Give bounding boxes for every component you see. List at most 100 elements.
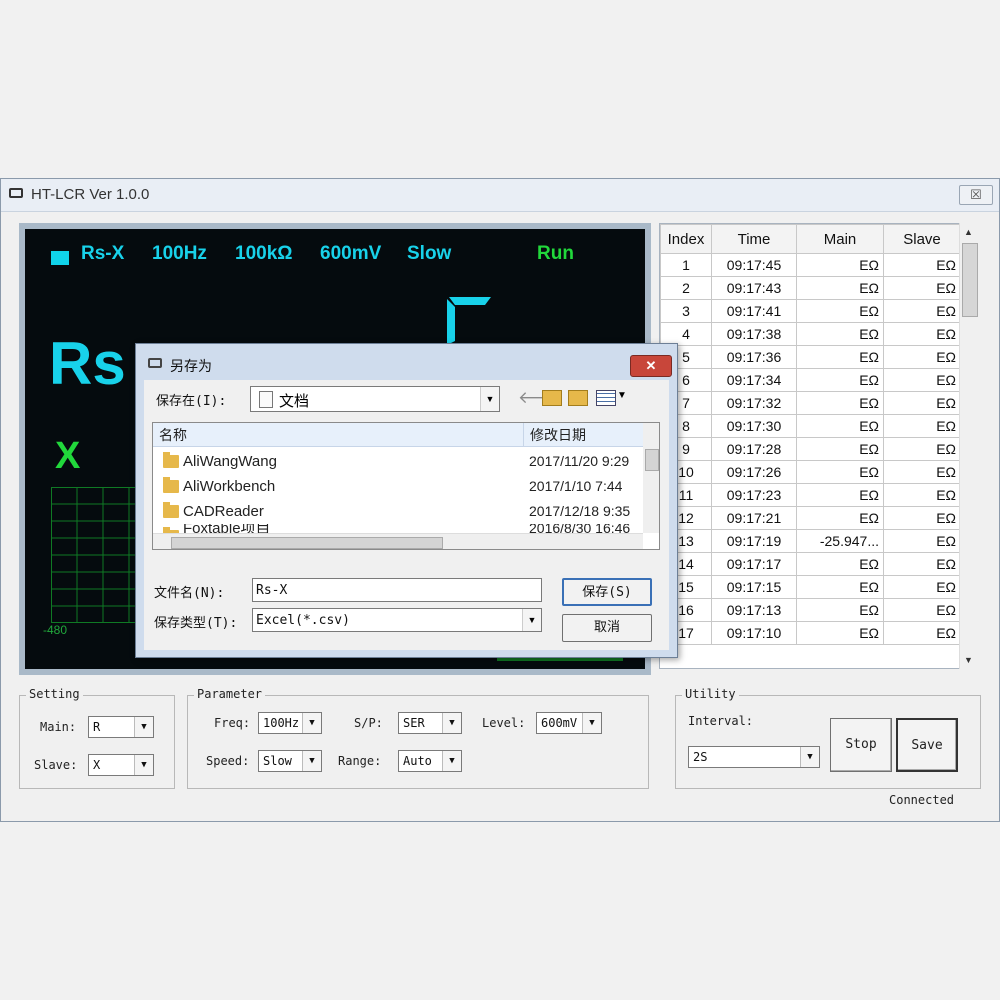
table-scrollbar[interactable]: ▲ ▼ <box>959 223 980 669</box>
cell-slave: EΩ <box>883 391 961 415</box>
view-menu-icon[interactable] <box>596 390 616 406</box>
cell-slave: EΩ <box>883 368 961 392</box>
file-list-hscroll[interactable] <box>153 533 643 549</box>
cell-slave: EΩ <box>883 529 961 553</box>
table-row[interactable]: 17 09:17:10 EΩ EΩ <box>660 621 961 645</box>
cell-slave: EΩ <box>883 506 961 530</box>
table-row[interactable]: 10 09:17:26 EΩ EΩ <box>660 460 961 484</box>
hscroll-thumb[interactable] <box>171 537 443 549</box>
scroll-down-icon[interactable]: ▼ <box>964 655 973 665</box>
table-row[interactable]: 7 09:17:32 EΩ EΩ <box>660 391 961 415</box>
main-select[interactable]: R ▼ <box>88 716 154 738</box>
table-row[interactable]: 2 09:17:43 EΩ EΩ <box>660 276 961 300</box>
chevron-down-icon: ▼ <box>442 713 461 733</box>
slave-label: Slave: <box>34 758 78 772</box>
cell-time: 09:17:23 <box>711 483 797 507</box>
file-list[interactable]: 名称 修改日期 AliWangWang 2017/11/20 9:29 AliWo… <box>152 422 660 550</box>
file-list-vscroll[interactable] <box>643 423 659 533</box>
col-slave-header[interactable]: Slave <box>883 224 961 254</box>
cell-time: 09:17:36 <box>711 345 797 369</box>
scroll-up-icon[interactable]: ▲ <box>964 227 973 237</box>
up-folder-icon[interactable] <box>542 390 562 406</box>
speed-readout: Slow <box>407 243 452 264</box>
cell-main: EΩ <box>796 506 884 530</box>
cell-time: 09:17:45 <box>711 253 797 277</box>
file-row[interactable]: AliWangWang 2017/11/20 9:29 <box>153 449 643 474</box>
cell-time: 09:17:41 <box>711 299 797 323</box>
cell-main: EΩ <box>796 345 884 369</box>
save-button[interactable]: Save <box>896 718 958 772</box>
range-label: Range: <box>338 754 382 768</box>
cell-main: EΩ <box>796 391 884 415</box>
table-row[interactable]: 5 09:17:36 EΩ EΩ <box>660 345 961 369</box>
utility-group: Utility Interval: 2S ▼ Stop Save <box>675 687 981 789</box>
col-date-header[interactable]: 修改日期 <box>523 423 643 447</box>
data-table[interactable]: Index Time Main Slave 1 09:17:45 EΩ EΩ 2 09:1… <box>659 223 979 669</box>
save-in-select[interactable]: 文档 ▼ <box>250 386 500 412</box>
speed-select[interactable]: Slow ▼ <box>258 750 322 772</box>
col-index-header[interactable]: Index <box>660 224 712 254</box>
scroll-thumb[interactable] <box>962 243 978 317</box>
dialog-cancel-button[interactable]: 取消 <box>562 614 652 642</box>
cell-slave: EΩ <box>883 345 961 369</box>
slave-select[interactable]: X ▼ <box>88 754 154 776</box>
save-as-dialog: 另存为 ✕ 保存在(I): 文档 ▼ 🡐 ▼ 名称 修改日期 AliWangWa… <box>135 343 678 658</box>
table-row[interactable]: 11 09:17:23 EΩ EΩ <box>660 483 961 507</box>
cell-main: EΩ <box>796 621 884 645</box>
cell-main: -25.947... <box>796 529 884 553</box>
table-row[interactable]: 1 09:17:45 EΩ EΩ <box>660 253 961 277</box>
col-name-header[interactable]: 名称 <box>153 423 523 447</box>
cell-slave: EΩ <box>883 299 961 323</box>
table-row[interactable]: 6 09:17:34 EΩ EΩ <box>660 368 961 392</box>
cell-slave: EΩ <box>883 253 961 277</box>
close-button[interactable]: ☒ <box>959 185 993 205</box>
sp-select[interactable]: SER ▼ <box>398 712 462 734</box>
file-row[interactable]: CADReader 2017/12/18 9:35 <box>153 499 643 524</box>
table-row[interactable]: 14 09:17:17 EΩ EΩ <box>660 552 961 576</box>
table-row[interactable]: 3 09:17:41 EΩ EΩ <box>660 299 961 323</box>
mode-readout: Rs-X <box>81 243 125 264</box>
freq-select[interactable]: 100Hz ▼ <box>258 712 322 734</box>
table-row[interactable]: 16 09:17:13 EΩ EΩ <box>660 598 961 622</box>
cell-slave: EΩ <box>883 414 961 438</box>
dialog-icon <box>148 358 162 368</box>
cell-main: EΩ <box>796 414 884 438</box>
chevron-down-icon: ▼ <box>582 713 601 733</box>
vscroll-thumb[interactable] <box>645 449 659 471</box>
chevron-down-icon: ▼ <box>480 387 499 411</box>
cell-main: EΩ <box>796 368 884 392</box>
col-main-header[interactable]: Main <box>796 224 884 254</box>
chevron-down-icon[interactable]: ▼ <box>617 390 627 401</box>
table-row[interactable]: 12 09:17:21 EΩ EΩ <box>660 506 961 530</box>
level-select[interactable]: 600mV ▼ <box>536 712 602 734</box>
filename-input[interactable]: Rs-X <box>252 578 542 602</box>
table-header-row: Index Time Main Slave <box>660 224 961 254</box>
new-folder-icon[interactable] <box>568 390 588 406</box>
cell-time: 09:17:43 <box>711 276 797 300</box>
title-bar: HT-LCR Ver 1.0.0 ☒ <box>1 179 999 212</box>
table-row[interactable]: 8 09:17:30 EΩ EΩ <box>660 414 961 438</box>
table-row[interactable]: 15 09:17:15 EΩ EΩ <box>660 575 961 599</box>
table-row[interactable]: 13 09:17:19 -25.947... EΩ <box>660 529 961 553</box>
chevron-down-icon: ▼ <box>302 751 321 771</box>
save-in-label: 保存在(I): <box>156 394 227 409</box>
dialog-close-button[interactable]: ✕ <box>630 355 672 377</box>
file-row[interactable]: AliWorkbench 2017/1/10 7:44 <box>153 474 643 499</box>
setting-group: Setting Main: R ▼ Slave: X ▼ <box>19 687 175 789</box>
filetype-label: 保存类型(T): <box>154 616 238 631</box>
interval-label: Interval: <box>688 714 754 728</box>
filetype-select[interactable]: Excel(*.csv) ▼ <box>252 608 542 632</box>
interval-select[interactable]: 2S ▼ <box>688 746 820 768</box>
table-row[interactable]: 9 09:17:28 EΩ EΩ <box>660 437 961 461</box>
cell-main: EΩ <box>796 575 884 599</box>
dialog-save-button[interactable]: 保存(S) <box>562 578 652 606</box>
stop-button[interactable]: Stop <box>830 718 892 772</box>
range-select[interactable]: Auto ▼ <box>398 750 462 772</box>
level-readout: 600mV <box>320 243 382 264</box>
file-row[interactable]: Foxtable项目 2016/8/30 16:46 <box>153 524 643 533</box>
save-in-value: 文档 <box>279 393 310 410</box>
table-row[interactable]: 4 09:17:38 EΩ EΩ <box>660 322 961 346</box>
chevron-down-icon: ▼ <box>442 751 461 771</box>
cell-time: 09:17:26 <box>711 460 797 484</box>
col-time-header[interactable]: Time <box>711 224 797 254</box>
